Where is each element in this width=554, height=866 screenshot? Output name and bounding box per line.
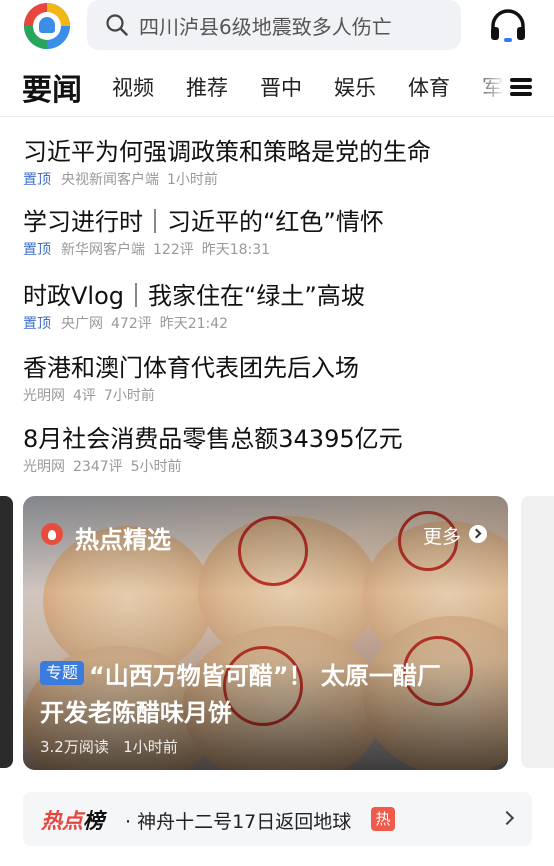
news-title[interactable]: 学习进行时｜习近平的“红色”情怀 <box>23 207 533 237</box>
news-meta: 光明网 4评 7小时前 <box>23 385 533 405</box>
hot-meta: 3.2万阅读 1小时前 <box>40 736 178 757</box>
hot-headline-line1[interactable]: “山西万物皆可醋”！ 太原一醋厂 <box>89 656 441 691</box>
tab-entertainment[interactable]: 娱乐 <box>334 72 376 102</box>
pinned-badge: 置顶 <box>23 316 51 332</box>
hot-badge: 热 <box>371 807 395 831</box>
search-icon <box>106 14 128 36</box>
news-meta: 置顶 央视新闻客户端 1小时前 <box>23 169 533 189</box>
hot-rank-bar[interactable]: 热点榜 · 神舟十二号17日返回地球 热 <box>23 792 532 846</box>
news-item[interactable]: 习近平为何强调政策和策略是党的生命 置顶 央视新闻客户端 1小时前 <box>23 137 533 189</box>
news-time: 昨天18:31 <box>201 242 271 258</box>
more-link[interactable]: 更多 <box>423 522 461 549</box>
hot-rank-prefix: 热点 <box>41 809 83 833</box>
news-title[interactable]: 习近平为何强调政策和策略是党的生命 <box>23 137 533 167</box>
news-title[interactable]: 香港和澳门体育代表团先后入场 <box>23 353 533 383</box>
news-item[interactable]: 时政Vlog｜我家住在“绿土”高坡 置顶 央广网 472评 昨天21:42 <box>23 281 533 333</box>
tab-recommend[interactable]: 推荐 <box>186 72 228 102</box>
news-source: 新华网客户端 <box>61 242 145 258</box>
news-time: 昨天21:42 <box>159 316 229 332</box>
news-item[interactable]: 香港和澳门体育代表团先后入场 光明网 4评 7小时前 <box>23 353 533 405</box>
menu-icon[interactable] <box>510 76 532 98</box>
hot-rank-label: 热点榜 <box>41 805 104 835</box>
news-time: 1小时前 <box>167 172 218 188</box>
chevron-right-icon[interactable] <box>499 810 515 826</box>
hot-picks-card[interactable]: 热点精选 更多 专题 “山西万物皆可醋”！ 太原一醋厂 开发老陈醋味月饼 3.2… <box>23 496 508 770</box>
channel-tabs: 要闻 视频 推荐 晋中 娱乐 体育 军 <box>0 62 554 114</box>
hot-headline-line2[interactable]: 开发老陈醋味月饼 <box>40 693 232 728</box>
search-query: 四川泸县6级地震致多人伤亡 <box>139 15 392 39</box>
flame-icon <box>41 523 63 545</box>
carousel-next-card[interactable] <box>521 496 554 768</box>
tab-jinzhong[interactable]: 晋中 <box>260 72 302 102</box>
news-comments: 472评 <box>111 316 152 332</box>
news-source: 光明网 <box>23 388 65 404</box>
tab-sports[interactable]: 体育 <box>408 72 450 102</box>
tab-top-news[interactable]: 要闻 <box>22 65 82 109</box>
chevron-right-circle-icon[interactable] <box>469 525 487 543</box>
news-source: 央视新闻客户端 <box>61 172 159 188</box>
divider <box>0 116 554 117</box>
hot-time: 1小时前 <box>123 738 178 756</box>
app-logo[interactable] <box>24 3 70 49</box>
topic-tag: 专题 <box>40 661 85 685</box>
news-comments: 4评 <box>73 388 96 404</box>
news-item[interactable]: 学习进行时｜习近平的“红色”情怀 置顶 新华网客户端 122评 昨天18:31 <box>23 207 533 259</box>
read-count: 3.2万阅读 <box>40 738 109 756</box>
news-time: 5小时前 <box>130 459 182 475</box>
carousel-prev-card[interactable] <box>0 496 13 768</box>
news-source: 央广网 <box>61 316 103 332</box>
hot-rank-suffix: 榜 <box>83 809 104 833</box>
tabs-fade <box>470 62 506 114</box>
news-time: 7小时前 <box>103 388 155 404</box>
news-meta: 置顶 央广网 472评 昨天21:42 <box>23 313 533 333</box>
news-meta: 光明网 2347评 5小时前 <box>23 456 533 476</box>
pinned-badge: 置顶 <box>23 172 51 188</box>
news-comments: 2347评 <box>73 459 123 475</box>
news-item[interactable]: 8月社会消费品零售总额34395亿元 光明网 2347评 5小时前 <box>23 424 533 476</box>
search-bar[interactable]: 四川泸县6级地震致多人伤亡 <box>87 0 461 50</box>
hot-picks-title: 热点精选 <box>75 526 171 554</box>
tab-video[interactable]: 视频 <box>112 72 154 102</box>
news-title[interactable]: 时政Vlog｜我家住在“绿土”高坡 <box>23 281 533 311</box>
top-bar: 四川泸县6级地震致多人伤亡 <box>0 0 554 56</box>
news-comments: 122评 <box>153 242 194 258</box>
news-title[interactable]: 8月社会消费品零售总额34395亿元 <box>23 424 533 454</box>
news-meta: 置顶 新华网客户端 122评 昨天18:31 <box>23 239 533 259</box>
hot-rank-item[interactable]: · 神舟十二号17日返回地球 <box>125 807 351 834</box>
pinned-badge: 置顶 <box>23 242 51 258</box>
headset-icon[interactable] <box>488 8 528 44</box>
news-source: 光明网 <box>23 459 65 475</box>
